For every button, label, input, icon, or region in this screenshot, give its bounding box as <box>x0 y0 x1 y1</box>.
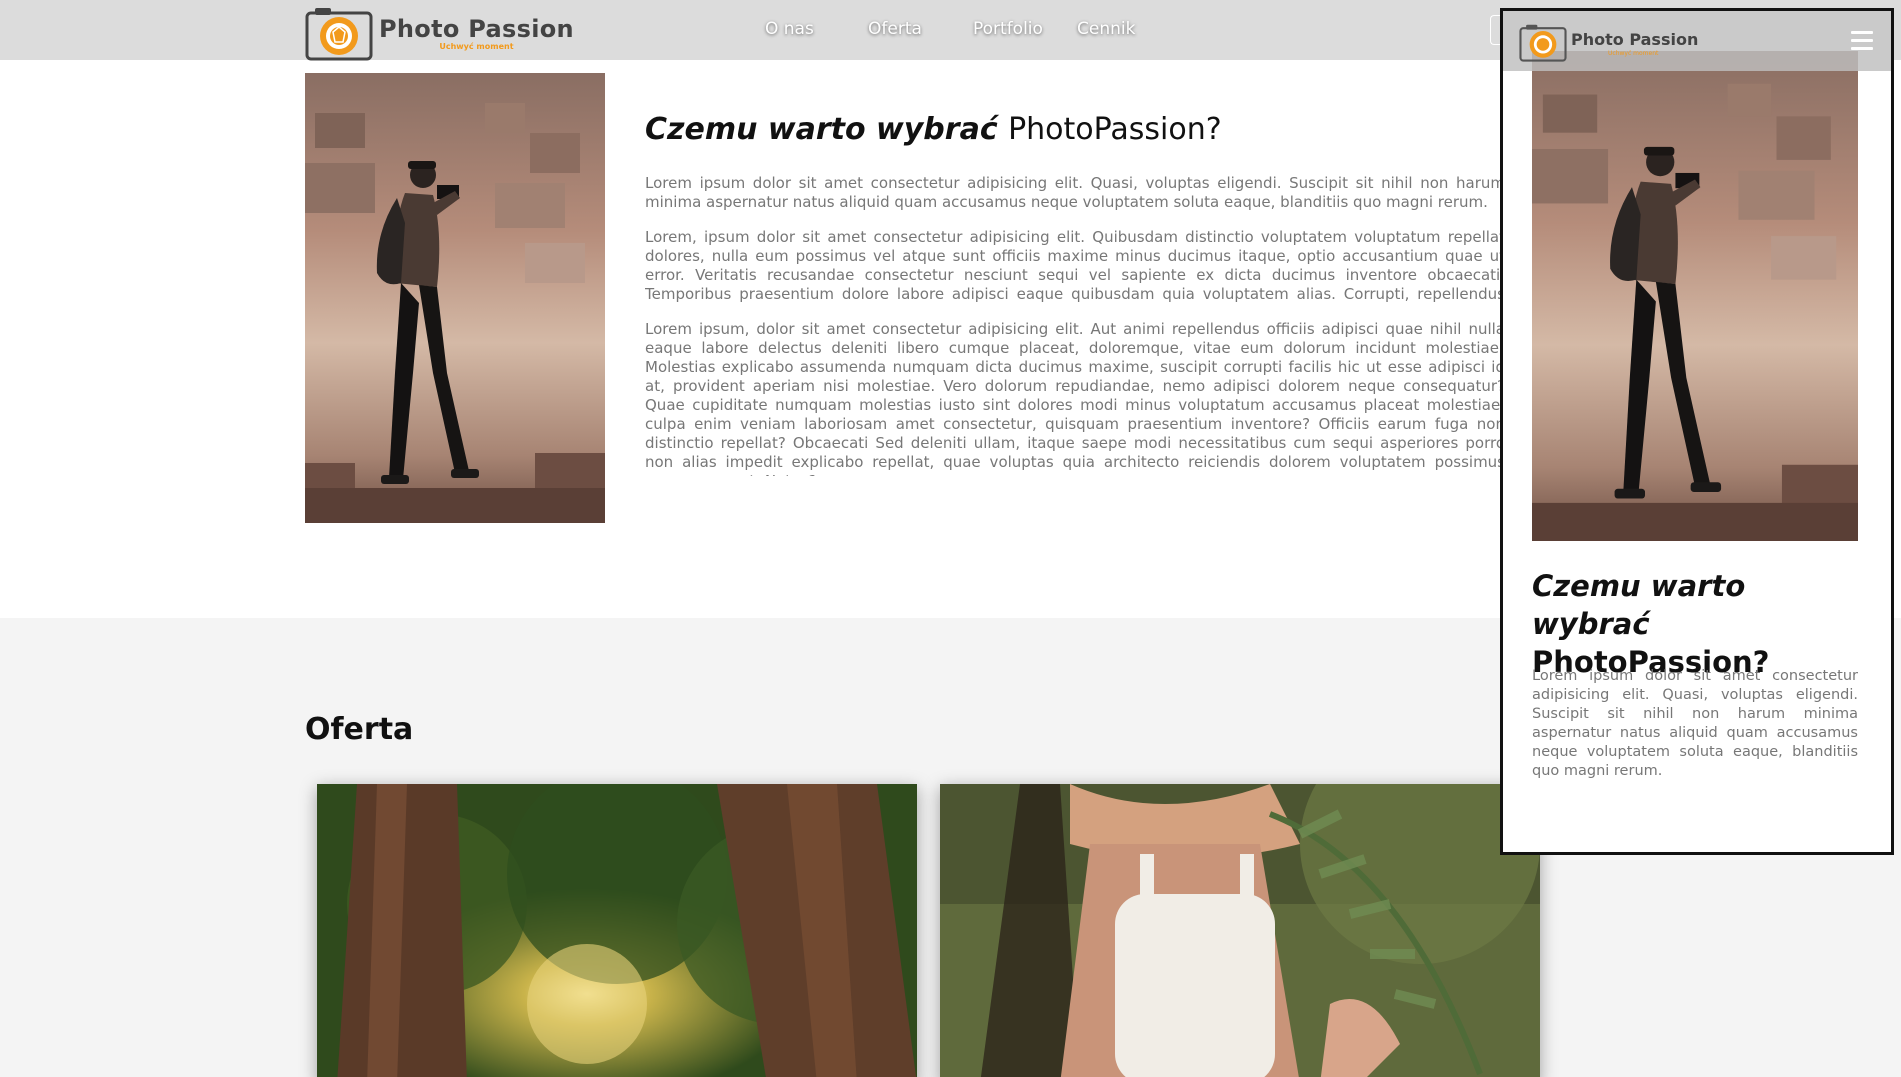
mobile-brand-logo[interactable]: Photo Passion Uchwyć moment <box>1518 24 1698 62</box>
about-heading-italic: Czemu warto wybrać <box>645 112 998 147</box>
mobile-navbar: Photo Passion Uchwyć moment <box>1503 11 1891 71</box>
brand-logo[interactable]: Photo Passion Uchwyć moment <box>305 7 574 61</box>
about-heading-brand: PhotoPassion? <box>1008 112 1222 147</box>
nav-link-portfolio[interactable]: Portfolio <box>973 19 1073 39</box>
mobile-about-paragraph-1: Lorem ipsum dolor sit amet consectetur a… <box>1532 668 1858 779</box>
mobile-photographer-image <box>1532 51 1858 541</box>
offer-card-forest[interactable] <box>317 784 917 1077</box>
about-heading: Czemu warto wybrać PhotoPassion? <box>645 112 1222 147</box>
photographer-image <box>305 73 605 523</box>
nav-link-cennik[interactable]: Cennik <box>1077 19 1157 39</box>
mobile-brand-name: Photo Passion <box>1571 29 1699 49</box>
mobile-about-heading: Czemu warto wybrać PhotoPassion? <box>1532 567 1862 681</box>
mobile-brand-tagline: Uchwyć moment <box>1608 49 1659 57</box>
about-paragraph-2: Lorem, ipsum dolor sit amet consectetur … <box>645 228 1505 306</box>
mobile-about-heading-italic: Czemu warto wybrać <box>1532 569 1746 641</box>
camera-aperture-icon <box>305 7 373 61</box>
camera-aperture-icon <box>1518 24 1568 62</box>
brand-name: Photo Passion <box>379 15 574 43</box>
about-paragraph-3: Lorem ipsum, dolor sit amet consectetur … <box>645 320 1505 476</box>
hamburger-menu-icon[interactable] <box>1851 31 1873 51</box>
offer-card-portrait[interactable] <box>940 784 1540 1077</box>
brand-tagline: Uchwyć moment <box>439 42 514 51</box>
forest-image <box>317 784 917 1077</box>
nav-link-oferta[interactable]: Oferta <box>868 19 948 39</box>
portrait-image <box>940 784 1540 1077</box>
about-paragraph-1: Lorem ipsum dolor sit amet consectetur a… <box>645 174 1505 211</box>
oferta-title: Oferta <box>305 712 414 747</box>
nav-link-o-nas[interactable]: O nas <box>765 19 845 39</box>
mobile-preview-frame: Photo Passion Uchwyć moment Czemu warto … <box>1500 8 1894 855</box>
